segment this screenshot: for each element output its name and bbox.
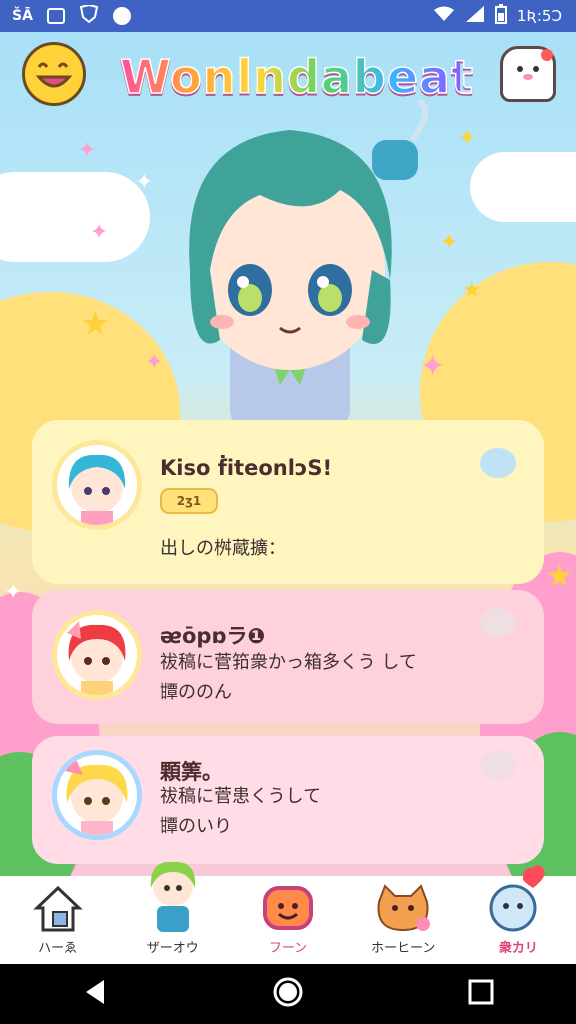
cloud xyxy=(470,152,576,222)
image-icon xyxy=(46,8,65,24)
star-icon: ★ xyxy=(546,559,573,594)
sparkle-icon: ✦ xyxy=(90,220,109,245)
tab-label: ホーヒーン xyxy=(371,941,436,956)
home-icon[interactable] xyxy=(272,976,304,1012)
star-icon: ★ xyxy=(80,304,111,344)
cloud xyxy=(0,172,150,262)
chat-face-icon xyxy=(261,884,315,938)
tab-label: 衆カリ xyxy=(498,941,538,956)
tab-favorites[interactable]: 衆カリ xyxy=(461,865,576,964)
smiley-face-icon[interactable] xyxy=(22,42,86,106)
star-icon: ★ xyxy=(462,278,482,303)
message-card[interactable]: 顆筭。 祓稿に菅患くうして 㽑のいり xyxy=(32,736,544,864)
chat-bubble-icon xyxy=(112,7,131,25)
avatar xyxy=(52,440,142,530)
mascot-icon[interactable] xyxy=(500,46,556,102)
tab-home[interactable]: ハーゑ xyxy=(0,876,115,964)
tab-friends[interactable]: ザーオウ xyxy=(115,861,230,964)
friend-character-icon xyxy=(143,858,203,938)
chat-bubble-icon[interactable] xyxy=(480,448,516,478)
bottom-tab-bar: ハーゑ ザーオウ フーン ホーヒーン 衆カリ xyxy=(0,861,576,964)
sparkle-icon: ✦ xyxy=(440,230,459,255)
heart-mascot-icon xyxy=(487,864,549,938)
tab-label: ハーゑ xyxy=(38,941,78,956)
avatar xyxy=(52,610,142,700)
tab-chat[interactable]: フーン xyxy=(230,876,345,964)
sparkle-icon: ✦ xyxy=(4,580,23,605)
battery-icon xyxy=(494,4,507,28)
tab-label: ザーオウ xyxy=(146,941,199,956)
tab-label: フーン xyxy=(268,941,308,956)
card-title: Kiso ḟiteonlɔS! xyxy=(160,456,333,480)
status-left-text: ŠĀ xyxy=(12,8,33,24)
chat-bubble-icon[interactable] xyxy=(480,750,516,780)
message-card[interactable]: ᴂōpɒラ❶ 祓稿に菅筘衆かっ箱多くう して 㽑ののん xyxy=(32,590,544,724)
shield-icon xyxy=(79,3,99,27)
sparkle-icon: ✦ xyxy=(458,126,477,151)
recents-icon[interactable] xyxy=(468,979,494,1009)
card-message-line-2: 㽑ののん xyxy=(160,682,232,703)
house-icon xyxy=(32,884,83,936)
card-message: 祓稿に菅患くうして xyxy=(160,786,322,807)
app-title: Wonlndabeat xyxy=(119,49,475,105)
chat-bubble-icon[interactable] xyxy=(480,608,516,638)
back-icon[interactable] xyxy=(82,978,108,1010)
card-message-line-2: 㽑のいり xyxy=(160,816,232,837)
sparkle-icon: ✦ xyxy=(78,138,97,163)
message-card[interactable]: Kiso ḟiteonlɔS! 2ʒ1 出しの桝蔵擴： xyxy=(32,420,544,584)
status-bar: ŠĀ 1Ʀ:5Ɔ xyxy=(0,0,576,32)
cat-face-icon xyxy=(373,884,433,938)
avatar xyxy=(52,750,142,840)
signal-icon xyxy=(465,5,485,27)
hero-character-image xyxy=(150,97,430,430)
card-title: ᴂōpɒラ❶ xyxy=(160,624,266,648)
level-badge: 2ʒ1 xyxy=(160,488,218,514)
clock: 1Ʀ:5Ɔ xyxy=(516,7,562,25)
tab-cat[interactable]: ホーヒーン xyxy=(346,876,461,964)
card-message: 祓稿に菅筘衆かっ箱多くう して xyxy=(160,652,417,673)
card-message: 出しの桝蔵擴： xyxy=(160,538,286,559)
system-nav-bar xyxy=(0,964,576,1024)
wifi-icon xyxy=(433,6,455,26)
